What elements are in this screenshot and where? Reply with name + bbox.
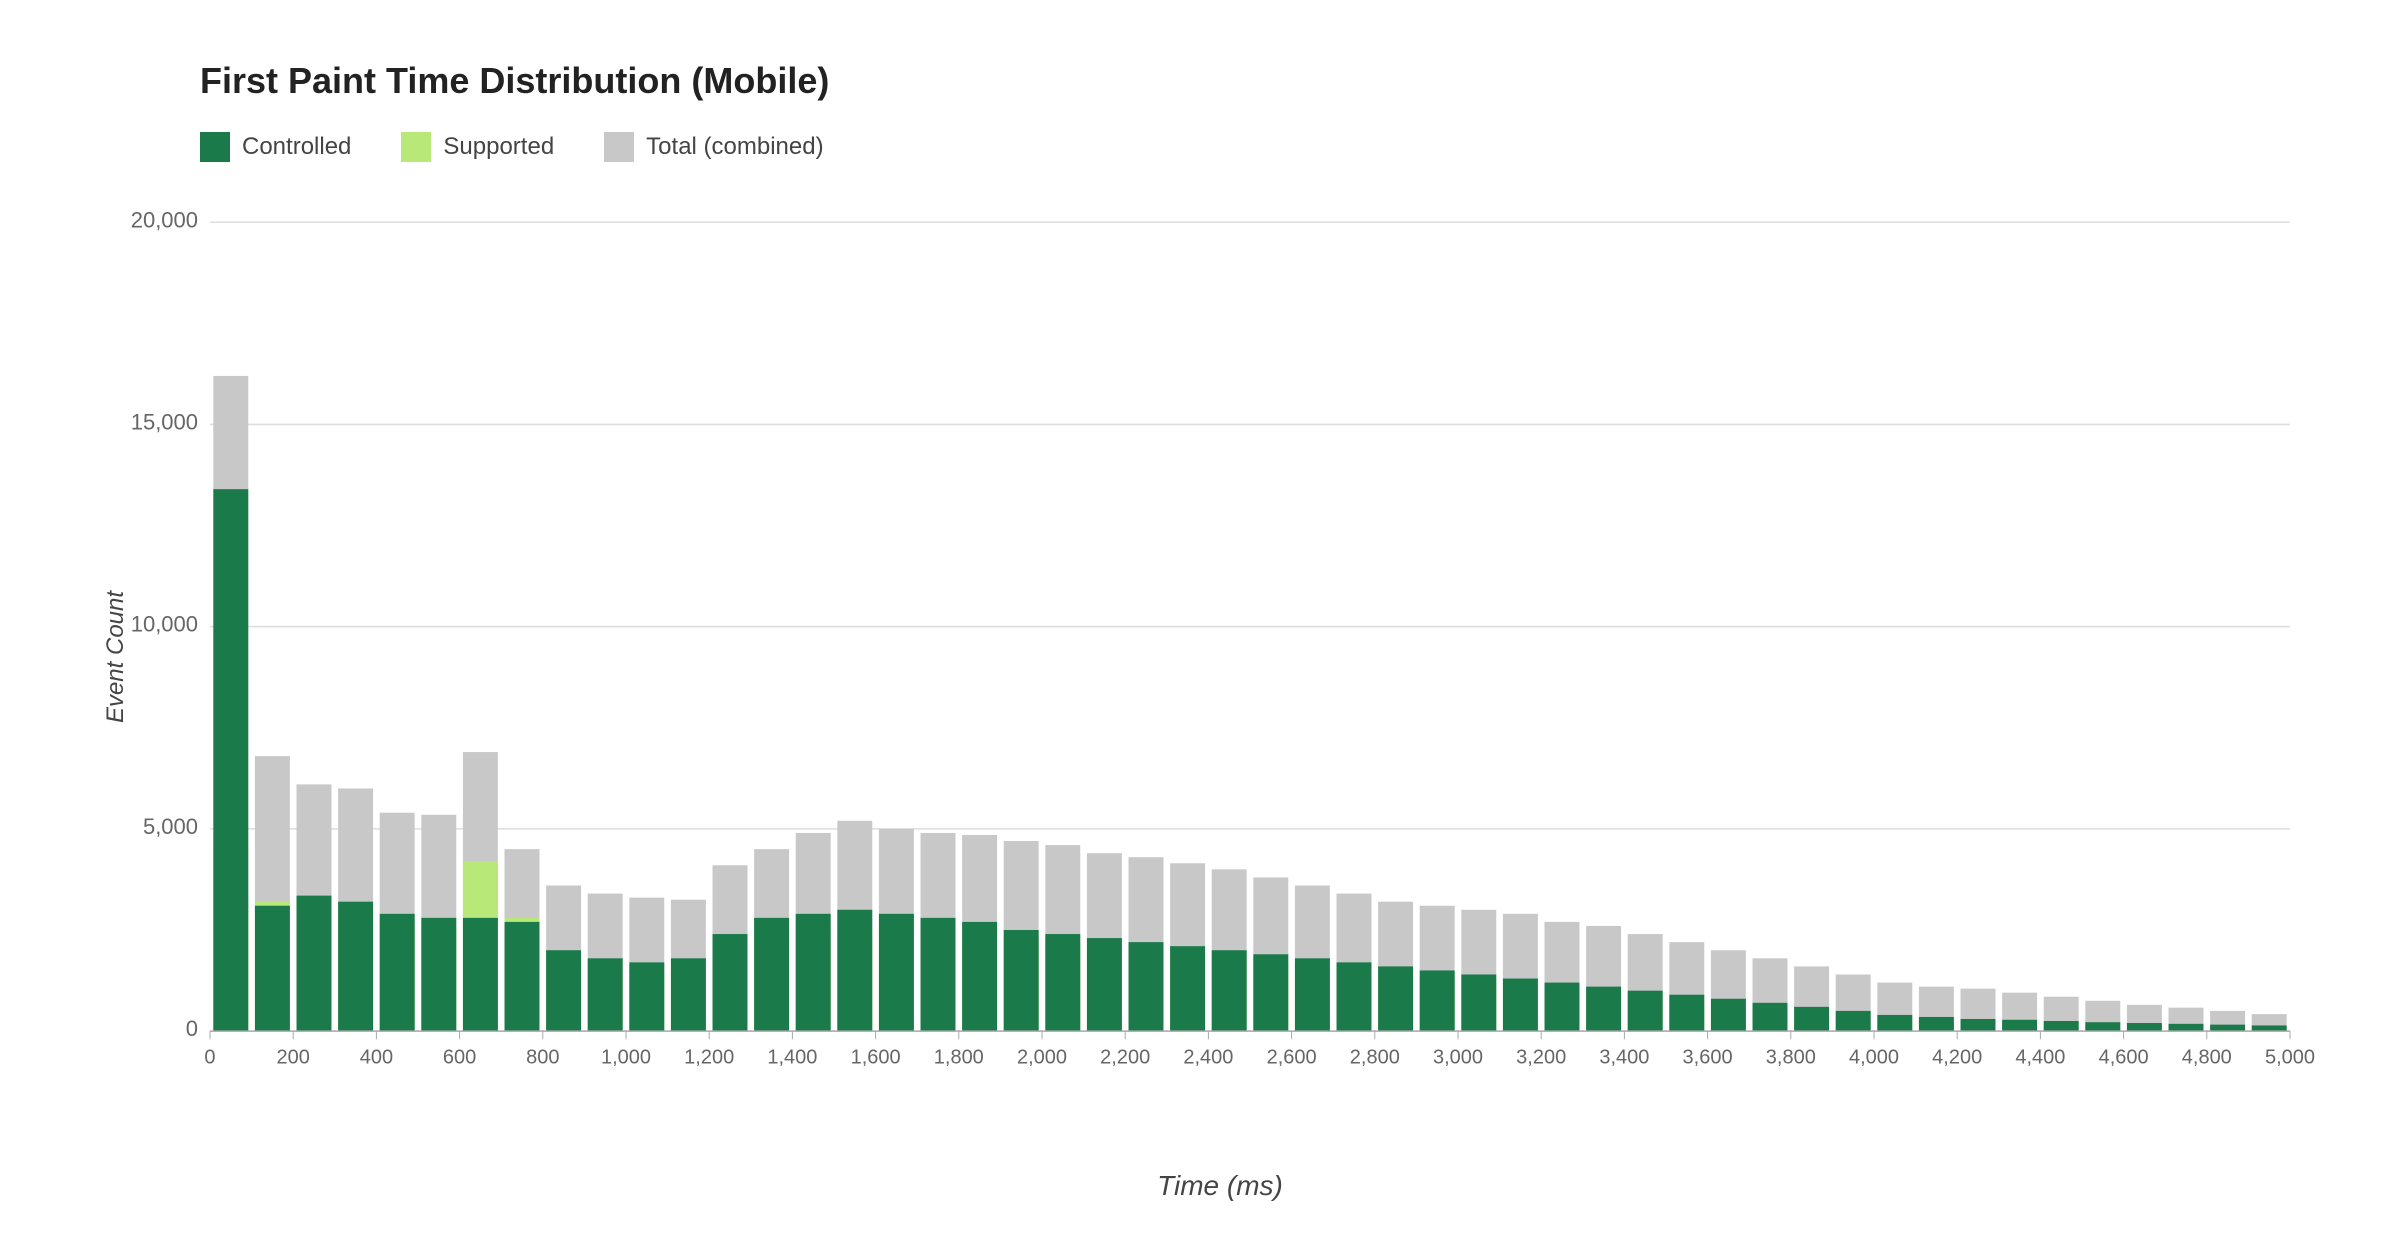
svg-text:4,000: 4,000 [1849,1046,1899,1068]
svg-text:4,200: 4,200 [1932,1046,1982,1068]
svg-text:200: 200 [277,1046,310,1068]
svg-text:0: 0 [186,1016,198,1041]
svg-text:1,000: 1,000 [601,1046,651,1068]
controlled-label: Controlled [242,133,351,161]
supported-swatch [401,132,431,162]
svg-text:5,000: 5,000 [143,814,198,839]
chart-title: First Paint Time Distribution (Mobile) [200,60,2320,102]
svg-text:3,200: 3,200 [1516,1046,1566,1068]
svg-text:2,200: 2,200 [1100,1046,1150,1068]
chart-legend: Controlled Supported Total (combined) [200,132,2320,162]
svg-text:3,800: 3,800 [1766,1046,1816,1068]
total-swatch [604,132,634,162]
chart-area: Event Count Time (ms) 05,00010,00015,000… [120,202,2320,1112]
legend-item-controlled: Controlled [200,132,351,162]
x-axis-label: Time (ms) [1157,1170,1283,1202]
svg-text:3,400: 3,400 [1599,1046,1649,1068]
svg-text:600: 600 [443,1046,476,1068]
svg-text:2,800: 2,800 [1350,1046,1400,1068]
svg-text:15,000: 15,000 [131,409,198,434]
supported-label: Supported [443,133,554,161]
svg-text:0: 0 [204,1046,215,1068]
svg-text:1,800: 1,800 [934,1046,984,1068]
y-axis-label: Event Count [102,591,130,723]
svg-text:4,800: 4,800 [2182,1046,2232,1068]
svg-text:3,000: 3,000 [1433,1046,1483,1068]
svg-text:400: 400 [360,1046,393,1068]
svg-text:800: 800 [526,1046,559,1068]
svg-text:2,600: 2,600 [1267,1046,1317,1068]
svg-text:4,600: 4,600 [2099,1046,2149,1068]
total-label: Total (combined) [646,133,823,161]
svg-text:10,000: 10,000 [131,612,198,637]
chart-svg: 0 5,000 10,000 15,000 20,000 0 200 400 600 800 1,0… [120,202,2320,1112]
controlled-swatch [200,132,230,162]
svg-text:2,000: 2,000 [1017,1046,1067,1068]
chart-container: First Paint Time Distribution (Mobile) C… [0,0,2400,1250]
svg-text:4,400: 4,400 [2015,1046,2065,1068]
svg-text:1,200: 1,200 [684,1046,734,1068]
svg-text:2,400: 2,400 [1183,1046,1233,1068]
svg-text:1,600: 1,600 [851,1046,901,1068]
svg-text:1,400: 1,400 [767,1046,817,1068]
svg-text:20,000: 20,000 [131,207,198,232]
legend-item-total: Total (combined) [604,132,823,162]
svg-text:5,000: 5,000 [2265,1046,2315,1068]
legend-item-supported: Supported [401,132,554,162]
svg-text:3,600: 3,600 [1683,1046,1733,1068]
